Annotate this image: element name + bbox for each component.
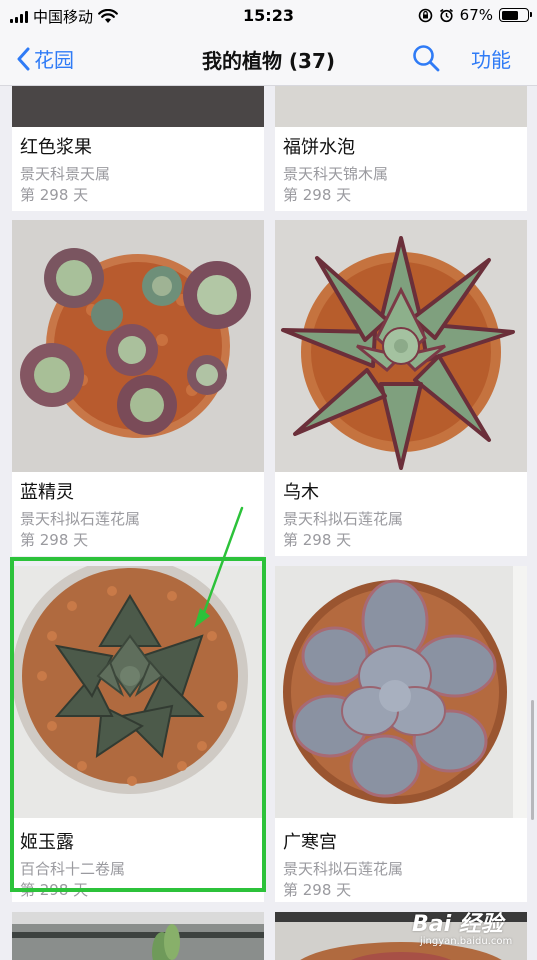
plant-family: 景天科拟石莲花属 (283, 860, 404, 878)
plant-photo (12, 912, 264, 960)
arrow-annotation (194, 506, 244, 628)
plant-card-next-left[interactable] (12, 912, 264, 960)
plant-name: 红色浆果 (20, 137, 92, 158)
plant-photo (12, 220, 264, 472)
plant-days: 第 298 天 (20, 531, 89, 549)
function-button[interactable]: 功能 (471, 44, 511, 73)
plant-family: 景天科天锦木属 (283, 165, 389, 183)
page-title: 我的植物 (37) (201, 49, 336, 73)
status-right: 67% (418, 6, 532, 24)
plant-family: 景天科拟石莲花属 (283, 510, 404, 528)
battery-percent: 67% (459, 6, 493, 24)
status-bar: 中国移动 15:23 67% (0, 0, 537, 34)
search-icon[interactable] (410, 42, 442, 74)
back-button-label: 花园 (34, 48, 74, 72)
battery-icon (499, 8, 532, 22)
plant-card-ebony[interactable]: 乌木 景天科拟石莲花属 第 298 天 (275, 220, 527, 556)
plant-days: 第 298 天 (283, 881, 352, 899)
plant-card-fubing-shuipao[interactable]: 福饼水泡 景天科天锦木属 第 298 天 (275, 86, 527, 211)
plant-name: 乌木 (283, 482, 319, 503)
watermark-url: jingyan.baidu.com (420, 936, 513, 947)
plant-card-red-berry[interactable]: 红色浆果 景天科景天属 第 298 天 (12, 86, 264, 211)
watermark-brand: Bai 经验 (412, 912, 503, 937)
plant-days: 第 298 天 (20, 186, 89, 204)
plant-photo (275, 220, 527, 472)
alarm-icon (439, 8, 453, 22)
plant-photo (275, 566, 527, 818)
plant-photo (275, 86, 527, 127)
plant-name: 广寒宫 (283, 832, 337, 853)
navigation-bar: 花园 我的植物 (37) 功能 (0, 34, 537, 86)
plant-days: 第 298 天 (283, 531, 352, 549)
chevron-left-icon (17, 47, 30, 70)
orientation-lock-icon (418, 8, 432, 22)
plant-photo (12, 86, 264, 127)
scroll-indicator[interactable] (531, 700, 534, 820)
plant-name: 福饼水泡 (283, 137, 355, 158)
plant-grid: 红色浆果 景天科景天属 第 298 天 福饼水泡 景天科天锦木属 第 298 天 (0, 86, 537, 960)
plant-name: 姬玉露 (20, 832, 74, 853)
plant-card-guanghangong[interactable]: 广寒宫 景天科拟石莲花属 第 298 天 (275, 566, 527, 902)
watermark: Bai 经验 jingyan.baidu.com (412, 900, 534, 956)
plant-family: 景天科拟石莲花属 (20, 510, 141, 528)
back-button[interactable]: 花园 (16, 44, 74, 73)
plant-days: 第 298 天 (283, 186, 352, 204)
battery-level (501, 10, 519, 20)
plant-family: 景天科景天属 (20, 165, 111, 183)
plant-days: 第 298 天 (20, 881, 89, 899)
plant-family: 百合科十二卷属 (20, 860, 126, 878)
plant-name: 蓝精灵 (20, 482, 74, 503)
